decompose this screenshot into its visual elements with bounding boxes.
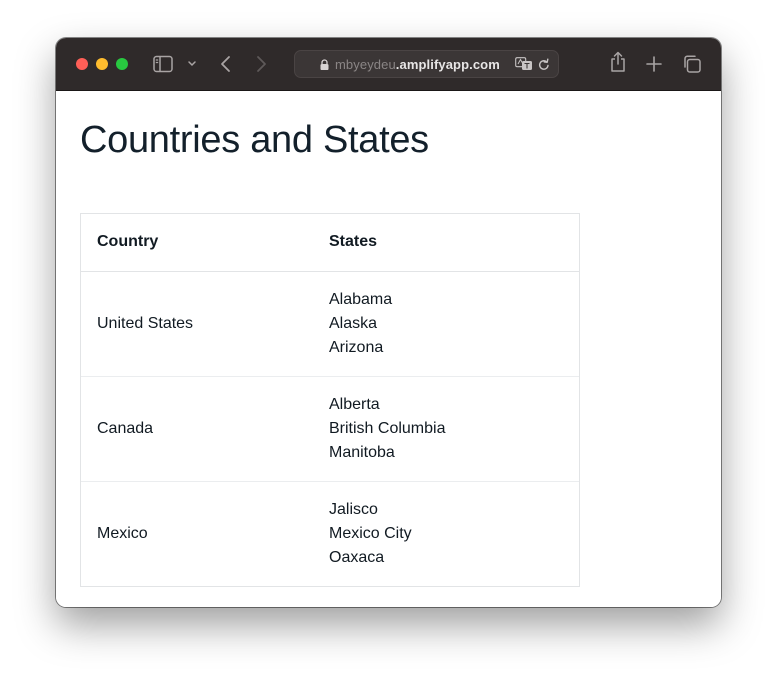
- zoom-window-button[interactable]: [116, 58, 128, 70]
- country-cell: Mexico: [81, 480, 313, 586]
- url-domain-text: .amplifyapp.com: [395, 57, 500, 72]
- browser-window: mbyeydeu.amplifyapp.com Countries and St…: [56, 38, 721, 607]
- reload-icon[interactable]: [538, 58, 550, 71]
- close-window-button[interactable]: [76, 58, 88, 70]
- header-states: States: [313, 214, 579, 272]
- page-content: Countries and States Country States Unit…: [56, 91, 721, 607]
- state-item: Manitoba: [329, 443, 395, 461]
- state-item: Alaska: [329, 314, 378, 332]
- translate-icon[interactable]: [515, 57, 533, 71]
- states-cell: Alberta British Columbia Manitoba: [313, 375, 579, 481]
- table-header-row: Country States: [81, 214, 579, 272]
- state-item: Mexico City: [329, 524, 412, 542]
- state-item: Alberta: [329, 395, 380, 413]
- countries-table-container: Country States United States Alabama Ala…: [80, 213, 580, 587]
- header-country: Country: [81, 214, 313, 272]
- table-row: Mexico Jalisco Mexico City Oaxaca: [81, 480, 579, 586]
- country-cell: Canada: [81, 375, 313, 481]
- forward-icon[interactable]: [254, 54, 268, 74]
- page-title: Countries and States: [80, 119, 429, 161]
- states-cell: Alabama Alaska Arizona: [313, 270, 579, 376]
- back-icon[interactable]: [219, 54, 233, 74]
- url-faded-text: mbyeydeu: [335, 57, 396, 72]
- state-item: Arizona: [329, 338, 384, 356]
- share-icon[interactable]: [609, 51, 627, 73]
- url-text: mbyeydeu.amplifyapp.com: [335, 57, 500, 72]
- state-item: Oaxaca: [329, 548, 385, 566]
- table-row: United States Alabama Alaska Arizona: [81, 270, 579, 376]
- state-item: Alabama: [329, 290, 393, 308]
- tab-overview-icon[interactable]: [682, 54, 702, 74]
- plus-icon[interactable]: [645, 55, 663, 73]
- state-item: British Columbia: [329, 419, 446, 437]
- countries-table: Country States United States Alabama Ala…: [81, 214, 579, 586]
- country-cell: United States: [81, 270, 313, 376]
- address-bar[interactable]: mbyeydeu.amplifyapp.com: [294, 50, 559, 78]
- sidebar-icon[interactable]: [153, 55, 173, 73]
- minimize-window-button[interactable]: [96, 58, 108, 70]
- browser-toolbar: mbyeydeu.amplifyapp.com: [56, 38, 721, 91]
- table-row: Canada Alberta British Columbia Manitoba: [81, 375, 579, 481]
- state-item: Jalisco: [329, 500, 378, 518]
- chevron-down-icon[interactable]: [187, 60, 197, 68]
- lock-icon: [320, 59, 329, 70]
- states-cell: Jalisco Mexico City Oaxaca: [313, 480, 579, 586]
